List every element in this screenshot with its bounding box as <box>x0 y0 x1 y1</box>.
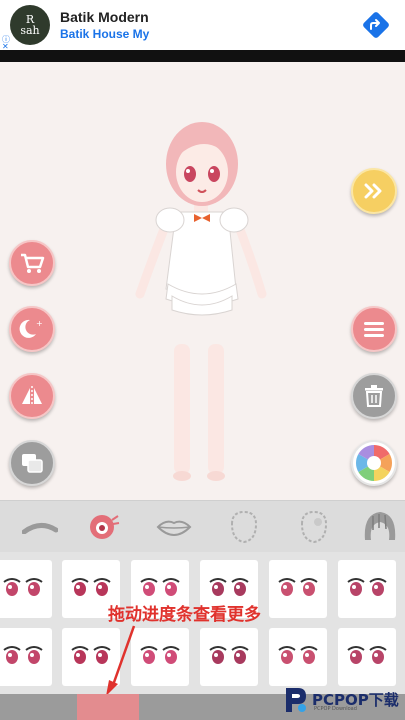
layers-button[interactable] <box>9 440 55 486</box>
trash-icon <box>365 385 383 407</box>
eye-option-tile[interactable] <box>338 560 396 618</box>
menu-button[interactable] <box>351 306 397 352</box>
fast-forward-icon <box>364 183 382 199</box>
night-mode-button[interactable]: + <box>9 306 55 352</box>
brand-watermark: PCPOP下载 PCPOP Download <box>282 684 399 714</box>
category-face-shape[interactable] <box>222 507 266 547</box>
color-palette-button[interactable] <box>351 440 397 486</box>
menu-icon <box>364 322 384 337</box>
eye-option-icon <box>278 646 318 664</box>
lips-icon <box>156 520 192 537</box>
ad-subtitle[interactable]: Batik House My <box>60 27 149 41</box>
scroll-thumb[interactable] <box>77 694 139 720</box>
category-bar <box>0 500 405 552</box>
eye-option-tile[interactable] <box>0 560 52 618</box>
category-eyes-selected[interactable] <box>80 507 124 547</box>
eye-option-tile[interactable] <box>338 628 396 686</box>
layers-icon <box>22 454 43 473</box>
mirror-flip-icon <box>22 386 42 406</box>
face-shape-icon <box>230 510 258 544</box>
ad-title[interactable]: Batik Modern <box>60 9 149 25</box>
blush-icon <box>300 510 328 544</box>
svg-text:+: + <box>36 319 43 328</box>
pcpop-logo-icon <box>286 688 306 712</box>
brand-sub: PCPOP Download <box>314 706 357 712</box>
category-lips[interactable] <box>152 507 196 547</box>
eyebrow-icon <box>22 523 58 534</box>
eye-option-tile[interactable] <box>269 628 327 686</box>
eye-option-tile[interactable] <box>200 628 258 686</box>
ad-divider <box>0 50 405 62</box>
hair-icon <box>364 512 396 540</box>
mirror-flip-button[interactable] <box>9 373 55 419</box>
category-eyebrow[interactable] <box>18 507 62 547</box>
eye-option-tile[interactable] <box>269 560 327 618</box>
next-button[interactable] <box>351 168 397 214</box>
eye-option-icon <box>278 578 318 596</box>
character-stage: + <box>0 62 405 500</box>
color-palette-icon <box>355 445 393 481</box>
ad-logo: Rsah <box>10 5 50 45</box>
cart-icon <box>21 253 45 273</box>
cart-button[interactable] <box>9 240 55 286</box>
delete-button[interactable] <box>351 373 397 419</box>
eye-option-icon <box>347 646 387 664</box>
category-blush[interactable] <box>292 507 336 547</box>
eye-option-icon <box>209 646 249 664</box>
directions-arrow-icon[interactable] <box>361 10 391 40</box>
scroll-hint-text: 拖动进度条查看更多 <box>108 605 261 625</box>
eyes-icon <box>90 515 120 539</box>
category-hair[interactable] <box>358 507 402 547</box>
moon-night-icon: + <box>19 319 43 338</box>
doll-character[interactable] <box>132 114 272 499</box>
hint-arrow <box>106 625 136 696</box>
eye-option-tile[interactable] <box>0 628 52 686</box>
eye-option-icon <box>3 646 43 664</box>
ad-banner[interactable]: Rsah Batik Modern Batik House My ⓘ ✕ <box>0 0 405 51</box>
eye-option-icon <box>347 578 387 596</box>
eye-option-icon <box>3 578 43 596</box>
